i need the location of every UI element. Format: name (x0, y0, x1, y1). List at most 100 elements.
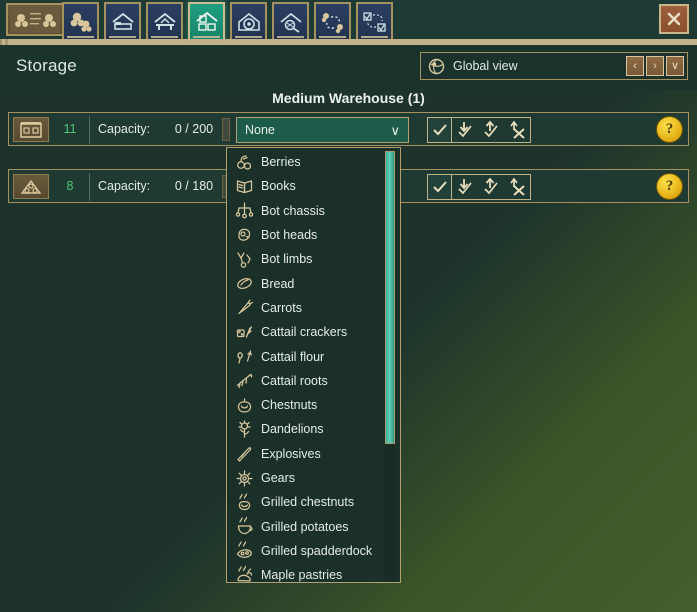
dropdown-item-label: Dandelions (261, 422, 324, 437)
stockpile-icon (13, 174, 49, 199)
dropdown-item-label: Gears (261, 471, 296, 485)
help-label: ? (665, 178, 674, 194)
carrot-icon (238, 299, 254, 315)
chevron-down-icon: ∨ (390, 122, 400, 138)
maple-pastries-icon (237, 565, 253, 582)
dropdown-item-label: Grilled potatoes (261, 519, 349, 534)
view-prev-button[interactable]: ‹ (626, 56, 644, 76)
help-button[interactable]: ? (656, 116, 683, 143)
dropdown-item[interactable]: Carrots (227, 296, 400, 320)
capacity-label: Capacity: (98, 179, 151, 193)
tab-storage[interactable] (188, 2, 225, 42)
dropdown-item-label: Maple pastries (261, 568, 343, 583)
dropdown-item[interactable]: Maple pastries (227, 563, 400, 583)
maple-pastries-icon (235, 565, 254, 582)
tab-orders[interactable] (356, 2, 393, 42)
filter-select[interactable]: None ∨ (236, 117, 409, 143)
dropdown-item[interactable]: Bot chassis (227, 199, 400, 223)
accept-outgoing-button[interactable] (478, 175, 504, 199)
dropdown-item-label: Grilled spadderdock (261, 543, 373, 558)
dropdown-scrollbar-thumb[interactable] (385, 151, 395, 444)
dropdown-item[interactable]: Grilled spadderdock (227, 539, 400, 563)
globe-icon (427, 57, 445, 75)
dropdown-item-label: Cattail roots (261, 373, 328, 388)
tab-mechanical[interactable] (230, 2, 267, 42)
grilled-potatoes-icon (235, 516, 254, 536)
dropdown-items: Berries Books Bot chassis Bot heads Bot limb… (227, 150, 400, 583)
bread-icon (235, 274, 254, 293)
dropdown-item[interactable]: Grilled potatoes (227, 514, 400, 538)
enable-checkbox[interactable] (427, 117, 452, 143)
bot-limb-icon (235, 250, 254, 269)
divider (89, 116, 90, 144)
accept-incoming-button[interactable] (452, 175, 478, 199)
dropdown-item[interactable]: Bot limbs (227, 247, 400, 271)
grilled-chestnuts-icon (238, 493, 251, 510)
dropdown-item[interactable]: Gears (227, 466, 400, 490)
tab-logistics[interactable] (314, 2, 351, 42)
dropdown-item[interactable]: Bot heads (227, 223, 400, 247)
dropdown-item[interactable]: Dandelions (227, 417, 400, 441)
chestnut-icon (235, 396, 254, 415)
forbid-button[interactable] (504, 175, 530, 199)
dropdown-item-label: Books (261, 179, 296, 194)
table-row[interactable]: 11 Capacity: 0 / 200 None ∨ ? (8, 112, 689, 146)
bread-icon (237, 278, 252, 290)
gear-icon (236, 469, 253, 487)
item-count: 8 (66, 179, 74, 193)
grilled-spadderdock-icon (236, 541, 252, 559)
view-selector-label: Global view (453, 59, 518, 73)
dropdown-item[interactable]: Explosives (227, 442, 400, 466)
check-icon (432, 181, 447, 193)
grilled-potatoes-icon (237, 516, 253, 535)
tab-research[interactable] (272, 2, 309, 42)
page-header: Storage Global view ‹ › ∨ (0, 45, 697, 90)
dropdown-item[interactable]: Berries (227, 150, 400, 174)
dropdown-item-label: Cattail crackers (261, 325, 348, 340)
help-button[interactable]: ? (656, 173, 683, 200)
capacity-label: Capacity: (98, 122, 151, 136)
filter-dropdown-list[interactable]: Berries Books Bot chassis Bot heads Bot limb… (226, 147, 401, 583)
capacity-value: 0 / 200 (174, 122, 214, 136)
crackers-icon (236, 326, 253, 338)
accept-incoming-button[interactable] (452, 118, 478, 142)
gear-icon (235, 469, 254, 488)
dropdown-item-label: Grilled chestnuts (261, 495, 355, 510)
view-expand-button[interactable]: ∨ (666, 56, 684, 76)
dropdown-item[interactable]: Bread (227, 271, 400, 295)
crackers-icon (235, 323, 254, 342)
storage-group-title: Medium Warehouse (1) (272, 90, 425, 106)
view-selector[interactable]: Global view ‹ › ∨ (420, 52, 688, 80)
row-toggle-group (427, 174, 531, 200)
tab-production[interactable] (146, 2, 183, 42)
divider (89, 173, 90, 201)
grilled-spadderdock-icon (235, 541, 254, 560)
dropdown-item-label: Bread (261, 276, 295, 291)
dropdown-item[interactable]: Books (227, 174, 400, 198)
close-window-button[interactable] (659, 4, 689, 34)
crate-icon (13, 117, 49, 142)
dropdown-item[interactable]: Cattail roots (227, 369, 400, 393)
dropdown-item[interactable]: Grilled chestnuts (227, 490, 400, 514)
accept-outgoing-icon (484, 177, 498, 195)
dropdown-item[interactable]: Cattail flour (227, 344, 400, 368)
flour-icon (235, 347, 254, 366)
view-next-button[interactable]: › (646, 56, 664, 76)
dandelion-icon (235, 420, 254, 439)
tab-housing[interactable] (104, 2, 141, 42)
berries-icon (237, 155, 252, 170)
dropdown-item-label: Bot heads (261, 228, 318, 243)
accept-outgoing-icon (484, 120, 498, 138)
dropdown-item[interactable]: Chestnuts (227, 393, 400, 417)
bot-chassis-icon (235, 202, 254, 219)
colony-logo (6, 3, 64, 36)
berries-icon (235, 153, 254, 172)
tab-population[interactable] (62, 2, 99, 42)
roots-icon (235, 371, 254, 390)
accept-outgoing-button[interactable] (478, 118, 504, 142)
dropdown-item-label: Berries (261, 155, 301, 170)
dropdown-item[interactable]: Cattail crackers (227, 320, 400, 344)
enable-checkbox[interactable] (427, 174, 452, 200)
forbid-button[interactable] (504, 118, 530, 142)
dropdown-item-label: Bot chassis (261, 203, 325, 218)
